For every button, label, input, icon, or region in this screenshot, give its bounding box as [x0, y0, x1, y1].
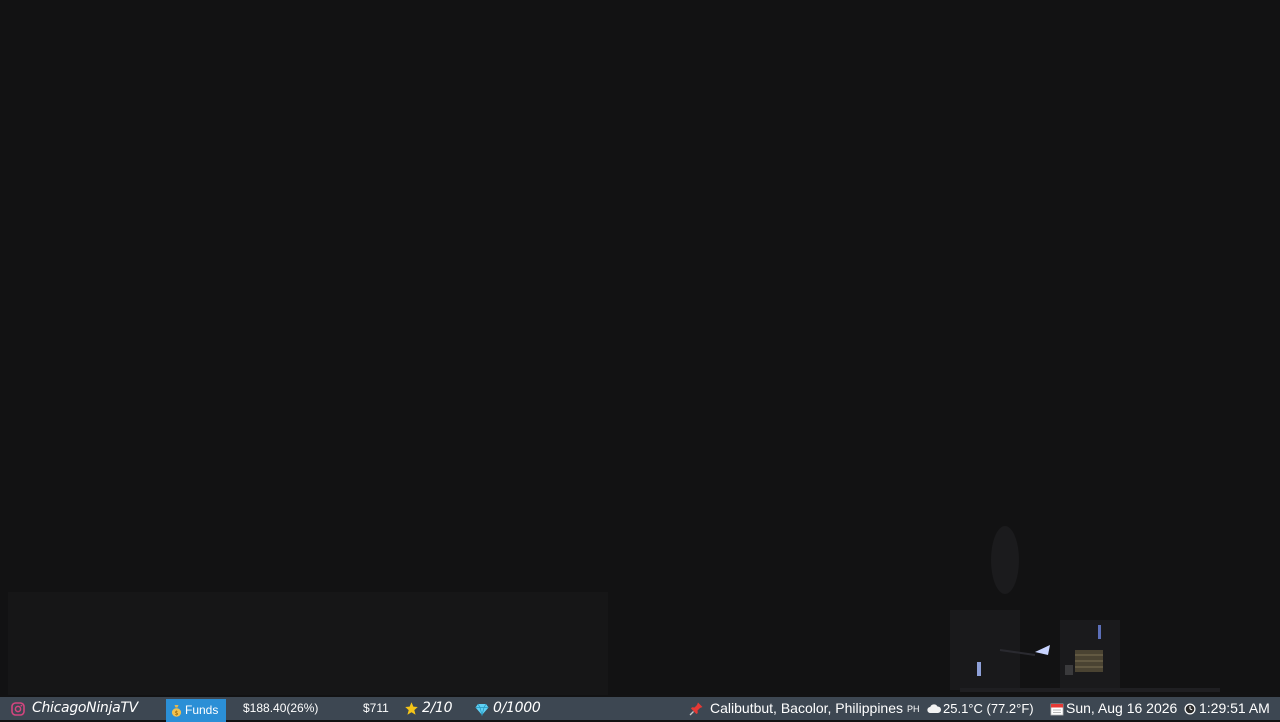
- channel-tag: ChicagoNinjaTV: [11, 697, 138, 720]
- stars-counter: 2/10: [404, 697, 453, 720]
- funds-amount: $188.40(26%): [243, 701, 319, 715]
- star-icon: [404, 701, 419, 716]
- stream-status-bar: ChicagoNinjaTV $ Funds $188.40(26%) $711…: [0, 697, 1280, 722]
- gems-value: 0/1000: [493, 700, 541, 716]
- goal-amount: $711: [363, 701, 389, 715]
- gems-counter: 0/1000: [475, 697, 541, 720]
- cloud-icon: [927, 703, 941, 714]
- chat-overlay-panel: [8, 592, 608, 695]
- pushpin-icon: [689, 701, 704, 716]
- money-bag-icon: $: [171, 704, 182, 717]
- clock-icon: [1184, 703, 1196, 715]
- calendar-icon: [1050, 702, 1064, 716]
- weather-value: 25.1°C (77.2°F): [943, 701, 1034, 716]
- location-tag: Calibutbut, Bacolor, Philippines PH: [689, 697, 920, 720]
- weather-tag: 25.1°C (77.2°F): [927, 697, 1034, 720]
- funds-button[interactable]: $ Funds: [166, 699, 227, 722]
- channel-name: ChicagoNinjaTV: [32, 700, 138, 716]
- country-code: PH: [907, 704, 920, 714]
- instagram-icon: [11, 701, 25, 716]
- svg-text:$: $: [175, 710, 179, 717]
- time-value: 1:29:51 AM: [1199, 700, 1270, 716]
- location-name: Calibutbut, Bacolor, Philippines: [710, 700, 904, 716]
- stars-value: 2/10: [422, 700, 453, 716]
- time-tag: 1:29:51 AM: [1184, 697, 1270, 720]
- date-value: Sun, Aug 16 2026: [1066, 700, 1178, 716]
- gem-icon: [475, 702, 489, 716]
- video-feed: [0, 0, 1280, 697]
- dim-figures-graphic: [950, 526, 1220, 692]
- date-tag: Sun, Aug 16 2026: [1050, 697, 1177, 720]
- funds-label: Funds: [185, 703, 219, 717]
- night-street-scene: [940, 500, 1240, 697]
